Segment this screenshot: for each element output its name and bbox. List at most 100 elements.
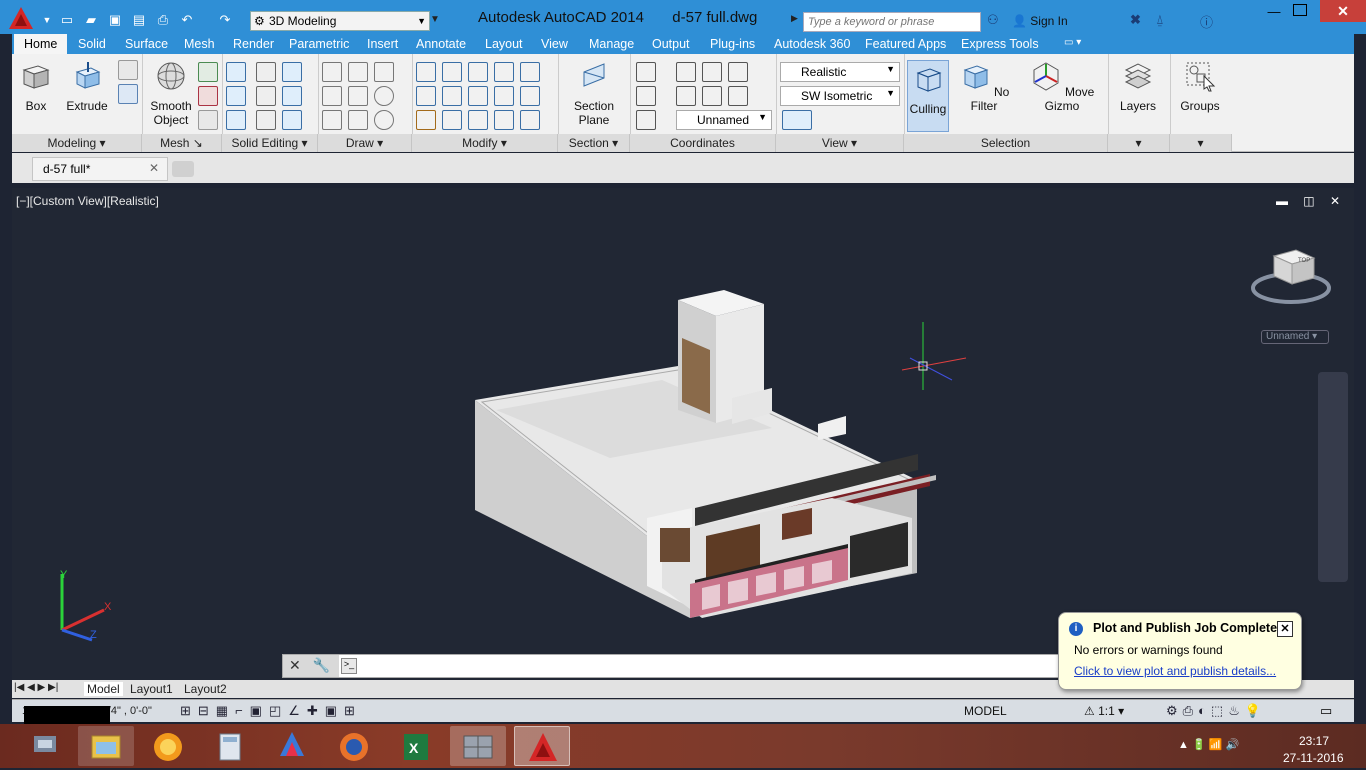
tab-output[interactable]: Output: [652, 37, 690, 51]
panel-label-solid-editing[interactable]: Solid Editing ▾: [222, 134, 318, 152]
smooth-object-button[interactable]: Smooth Object: [146, 60, 196, 127]
fillet-icon[interactable]: [520, 62, 540, 82]
hatch-icon[interactable]: [348, 62, 368, 82]
close-icon[interactable]: ✕: [289, 657, 301, 673]
no-filter-button[interactable]: No Filter: [958, 60, 1010, 113]
binoculars-icon[interactable]: ⚇: [987, 12, 999, 28]
ucs-zaxis-icon[interactable]: [728, 86, 748, 106]
refine-mesh-icon[interactable]: [198, 110, 218, 130]
smooth-more-icon[interactable]: [198, 62, 218, 82]
open-icon[interactable]: ▰: [82, 12, 100, 28]
thicken-icon[interactable]: [256, 110, 276, 130]
tab-render[interactable]: Render: [233, 37, 274, 51]
view-preset-dropdown[interactable]: SW Isometric ▼: [780, 86, 900, 106]
clock-date[interactable]: 27-11-2016: [1283, 751, 1344, 765]
redo-icon[interactable]: ↷: [216, 12, 234, 28]
rotate-icon[interactable]: [468, 86, 488, 106]
plot-icon[interactable]: ⎙: [154, 12, 172, 28]
tab-home[interactable]: Home: [14, 34, 68, 55]
arc-icon[interactable]: [374, 62, 394, 82]
presspull-icon[interactable]: [118, 84, 138, 104]
tab-layout2[interactable]: Layout2: [184, 682, 227, 696]
panel-label-modify[interactable]: Modify ▾: [412, 134, 558, 152]
scale-icon[interactable]: [468, 110, 488, 130]
rectangle-icon[interactable]: [348, 110, 368, 130]
extrude-button[interactable]: Extrude: [64, 60, 110, 113]
command-line[interactable]: ✕ 🔧 >_ ▲: [282, 654, 1086, 678]
help-icon[interactable]: ⓘ: [1200, 12, 1213, 31]
tab-surface[interactable]: Surface: [125, 37, 168, 51]
ucs-3point-icon[interactable]: [702, 86, 722, 106]
firefox-icon[interactable]: [326, 726, 382, 766]
file-explorer-icon[interactable]: [78, 726, 134, 766]
excel-icon[interactable]: X: [388, 726, 444, 766]
erase-icon[interactable]: [494, 110, 514, 130]
media-player-icon[interactable]: [140, 726, 196, 766]
polysolid-icon[interactable]: [118, 60, 138, 80]
wrench-icon[interactable]: 🔧: [313, 657, 330, 673]
tab-layout1[interactable]: Layout1: [130, 682, 173, 696]
tab-manage[interactable]: Manage: [589, 37, 634, 51]
sign-in-button[interactable]: 👤 Sign In: [1012, 14, 1068, 28]
calculator-icon[interactable]: [202, 726, 258, 766]
clean-screen-icon[interactable]: ▭: [1320, 703, 1332, 719]
app-icon-colorful[interactable]: [264, 726, 320, 766]
ucs-icon[interactable]: [636, 62, 656, 82]
move-gizmo-button[interactable]: Move Gizmo: [1024, 60, 1100, 113]
save-as-icon[interactable]: ▤: [130, 12, 148, 28]
smooth-less-icon[interactable]: [198, 86, 218, 106]
ucs-view-icon[interactable]: [728, 62, 748, 82]
mirror-icon[interactable]: [416, 86, 436, 106]
extrude-faces-icon[interactable]: [282, 62, 302, 82]
subtract-icon[interactable]: [226, 86, 246, 106]
viewport-config-icon[interactable]: [782, 110, 812, 130]
viewcube-icon[interactable]: TOP: [1248, 240, 1334, 310]
customize-qat-icon[interactable]: ▼: [430, 14, 440, 25]
separate-icon[interactable]: [282, 86, 302, 106]
slice-icon[interactable]: [256, 86, 276, 106]
tab-parametric[interactable]: Parametric: [289, 37, 349, 51]
tab-insert[interactable]: Insert: [367, 37, 398, 51]
save-icon[interactable]: ▣: [106, 12, 124, 28]
polyline-icon[interactable]: [322, 62, 342, 82]
ribbon-toggle-icon[interactable]: ▭ ▾: [1064, 37, 1081, 48]
shell-icon[interactable]: [282, 110, 302, 130]
ucs-origin-icon[interactable]: [702, 62, 722, 82]
panel-label-mesh[interactable]: Mesh ↘: [142, 134, 222, 152]
culling-button[interactable]: Culling: [907, 60, 949, 132]
file-tab[interactable]: d-57 full* ✕: [32, 157, 168, 181]
app-icon-grid[interactable]: [450, 726, 506, 766]
named-view-dropdown[interactable]: Unnamed ▾: [1261, 330, 1329, 344]
autocad-logo-icon[interactable]: [8, 6, 34, 30]
circle-icon[interactable]: [374, 86, 394, 106]
line-icon[interactable]: [348, 86, 368, 106]
polygon-icon[interactable]: [322, 110, 342, 130]
align-icon[interactable]: [442, 110, 462, 130]
spline-icon[interactable]: [322, 86, 342, 106]
tab-plug-ins[interactable]: Plug-ins: [710, 37, 755, 51]
ucs-previous-icon[interactable]: [676, 86, 696, 106]
exchange-apps-icon[interactable]: ✖: [1130, 12, 1141, 28]
command-prompt-icon[interactable]: >_: [341, 658, 357, 674]
ellipse-icon[interactable]: [374, 110, 394, 130]
explode-icon[interactable]: [520, 110, 540, 130]
array-icon[interactable]: [442, 86, 462, 106]
layers-button[interactable]: Layers: [1116, 60, 1160, 113]
maximize-button[interactable]: [1293, 4, 1307, 16]
tab-solid[interactable]: Solid: [78, 37, 106, 51]
app-menu-arrow-icon[interactable]: ▼: [38, 12, 56, 28]
drafting-toggles[interactable]: ⊞⊟▦⌐▣◰∠✚▣⊞: [180, 703, 362, 719]
status-tray-icons[interactable]: ⚙⎙◐⬚♨💡: [1166, 703, 1266, 719]
drawing-viewport[interactable]: [−][Custom View][Realistic] ▬ ◫ ✕ Y X Z …: [12, 188, 1354, 680]
tab-featured-apps[interactable]: Featured Apps: [865, 37, 946, 51]
close-button[interactable]: ✕: [1320, 0, 1366, 22]
match-properties-icon[interactable]: [416, 110, 436, 130]
system-tray-icons[interactable]: ▲ 🔋 📶 🔊: [1178, 738, 1239, 751]
new-icon[interactable]: ▭: [58, 12, 76, 28]
workspace-selector[interactable]: ⚙ 3D Modeling ▼: [250, 11, 430, 31]
tab-view[interactable]: View: [541, 37, 568, 51]
panel-label-draw[interactable]: Draw ▾: [318, 134, 412, 152]
model-space-toggle[interactable]: MODEL: [964, 704, 1007, 718]
plot-details-link[interactable]: Click to view plot and publish details..…: [1074, 664, 1276, 678]
panel-label-modeling[interactable]: Modeling ▾: [12, 134, 142, 152]
